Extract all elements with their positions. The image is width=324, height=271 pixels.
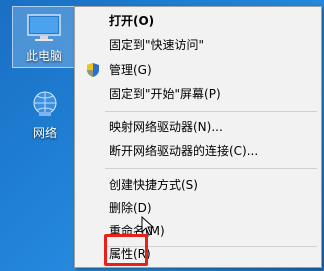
menu-separator [105,111,317,112]
menu-item-create-shortcut[interactable]: 创建快捷方式(S) [75,174,321,196]
mouse-pointer-icon [141,215,155,236]
highlight-box [104,234,148,266]
menu-item-label: 固定到"开始"屏幕(P) [109,87,221,101]
desktop-icon-label: 此电脑 [25,49,62,63]
menu-item-label: 映射网络驱动器(N)... [109,120,223,134]
menu-item-open[interactable]: 打开(O) [75,10,321,32]
desktop: 此电脑 网络 打开(O) 固定到"快速访问" 管理(G) 固定到"开始"屏幕(P… [0,0,324,271]
menu-item-label: 断开网络驱动器的连接(C)... [109,144,259,158]
menu-item-pin-quick-access[interactable]: 固定到"快速访问" [75,34,321,56]
desktop-icon-network[interactable]: 网络 [14,90,76,141]
menu-item-pin-start[interactable]: 固定到"开始"屏幕(P) [75,83,321,105]
menu-item-disconnect-network-drive[interactable]: 断开网络驱动器的连接(C)... [75,140,321,162]
shield-icon [85,62,101,78]
desktop-icon-label: 网络 [32,126,57,140]
menu-item-label: 管理(G) [109,63,152,77]
network-icon [27,90,63,120]
desktop-icon-this-pc[interactable]: 此电脑 [12,6,76,68]
menu-separator [105,168,317,169]
menu-item-label: 固定到"快速访问" [109,38,205,52]
menu-item-manage[interactable]: 管理(G) [75,59,321,81]
context-menu: 打开(O) 固定到"快速访问" 管理(G) 固定到"开始"屏幕(P) 映射网络驱… [74,6,322,268]
menu-item-map-network-drive[interactable]: 映射网络驱动器(N)... [75,116,321,138]
menu-item-label: 打开(O) [109,14,155,28]
this-pc-icon [26,13,62,43]
menu-item-label: 创建快捷方式(S) [109,178,198,192]
menu-item-delete[interactable]: 删除(D) [75,197,321,219]
